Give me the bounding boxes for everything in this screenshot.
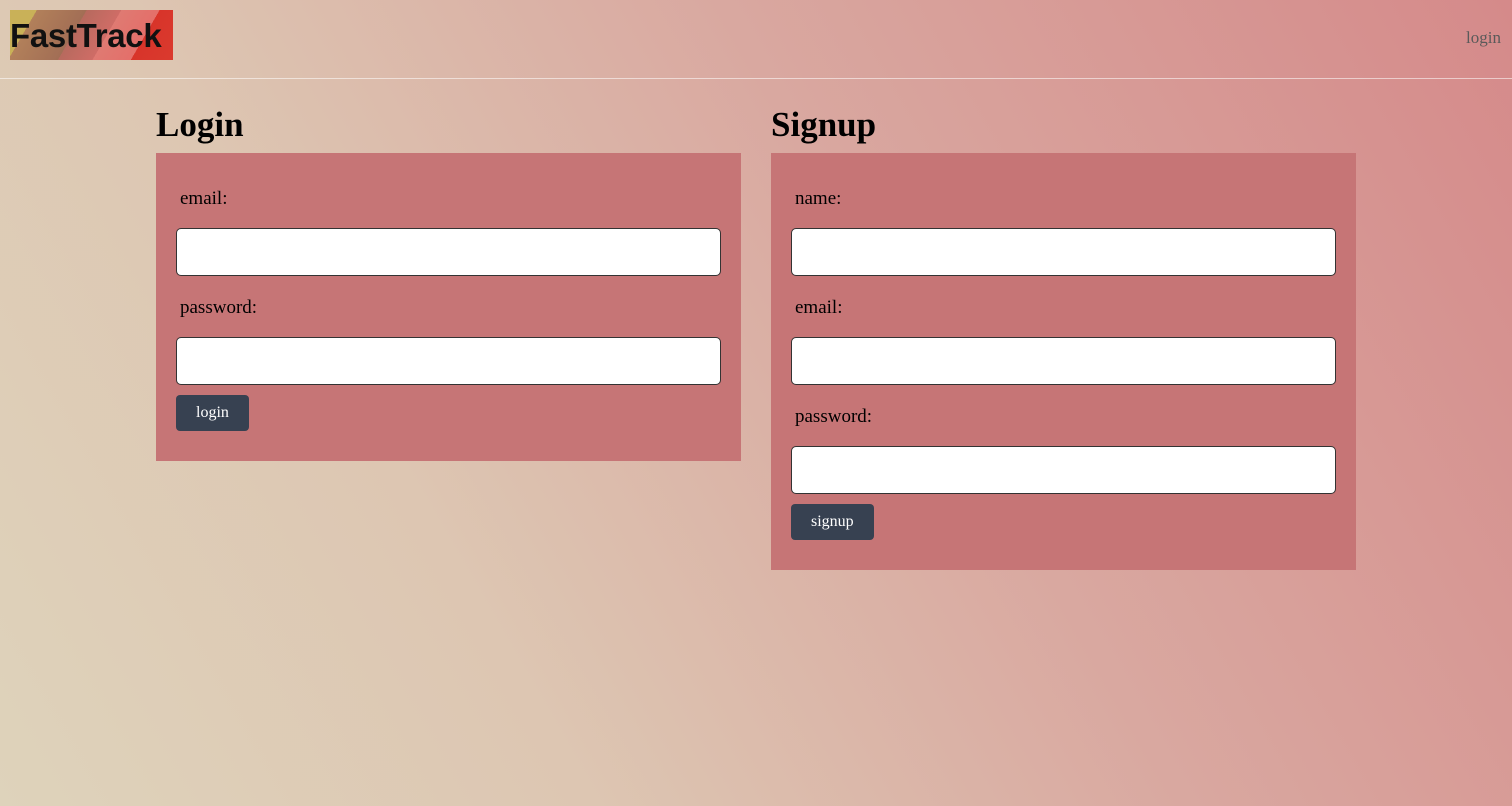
signup-form-card: name: email: password: signup: [771, 153, 1356, 570]
fasttrack-logo[interactable]: FastTrack: [10, 10, 173, 60]
signup-name-input[interactable]: [791, 228, 1336, 276]
signup-email-input[interactable]: [791, 337, 1336, 385]
logo-text: FastTrack: [10, 17, 162, 54]
login-title: Login: [156, 105, 244, 144]
signup-submit-button[interactable]: signup: [791, 504, 874, 540]
login-submit-button[interactable]: login: [176, 395, 249, 431]
login-email-label: email:: [180, 188, 228, 209]
login-password-input[interactable]: [176, 337, 721, 385]
nav-login-link[interactable]: login: [1466, 28, 1501, 48]
login-email-input[interactable]: [176, 228, 721, 276]
login-password-group: password:: [176, 296, 721, 385]
signup-email-label: email:: [795, 297, 843, 318]
login-section: Login email: password: login: [156, 104, 741, 461]
signup-section: Signup name: email: password: signup: [771, 104, 1356, 570]
login-form-card: email: password: login: [156, 153, 741, 461]
signup-password-group: password:: [791, 405, 1336, 494]
signup-name-label: name:: [795, 188, 842, 209]
signup-password-label: password:: [795, 406, 873, 427]
signup-email-group: email:: [791, 296, 1336, 385]
login-password-label: password:: [180, 297, 258, 318]
login-email-group: email:: [176, 187, 721, 276]
signup-name-group: name:: [791, 187, 1336, 276]
signup-password-input[interactable]: [791, 446, 1336, 494]
signup-title: Signup: [771, 105, 877, 144]
site-header: FastTrack login: [0, 0, 1512, 79]
